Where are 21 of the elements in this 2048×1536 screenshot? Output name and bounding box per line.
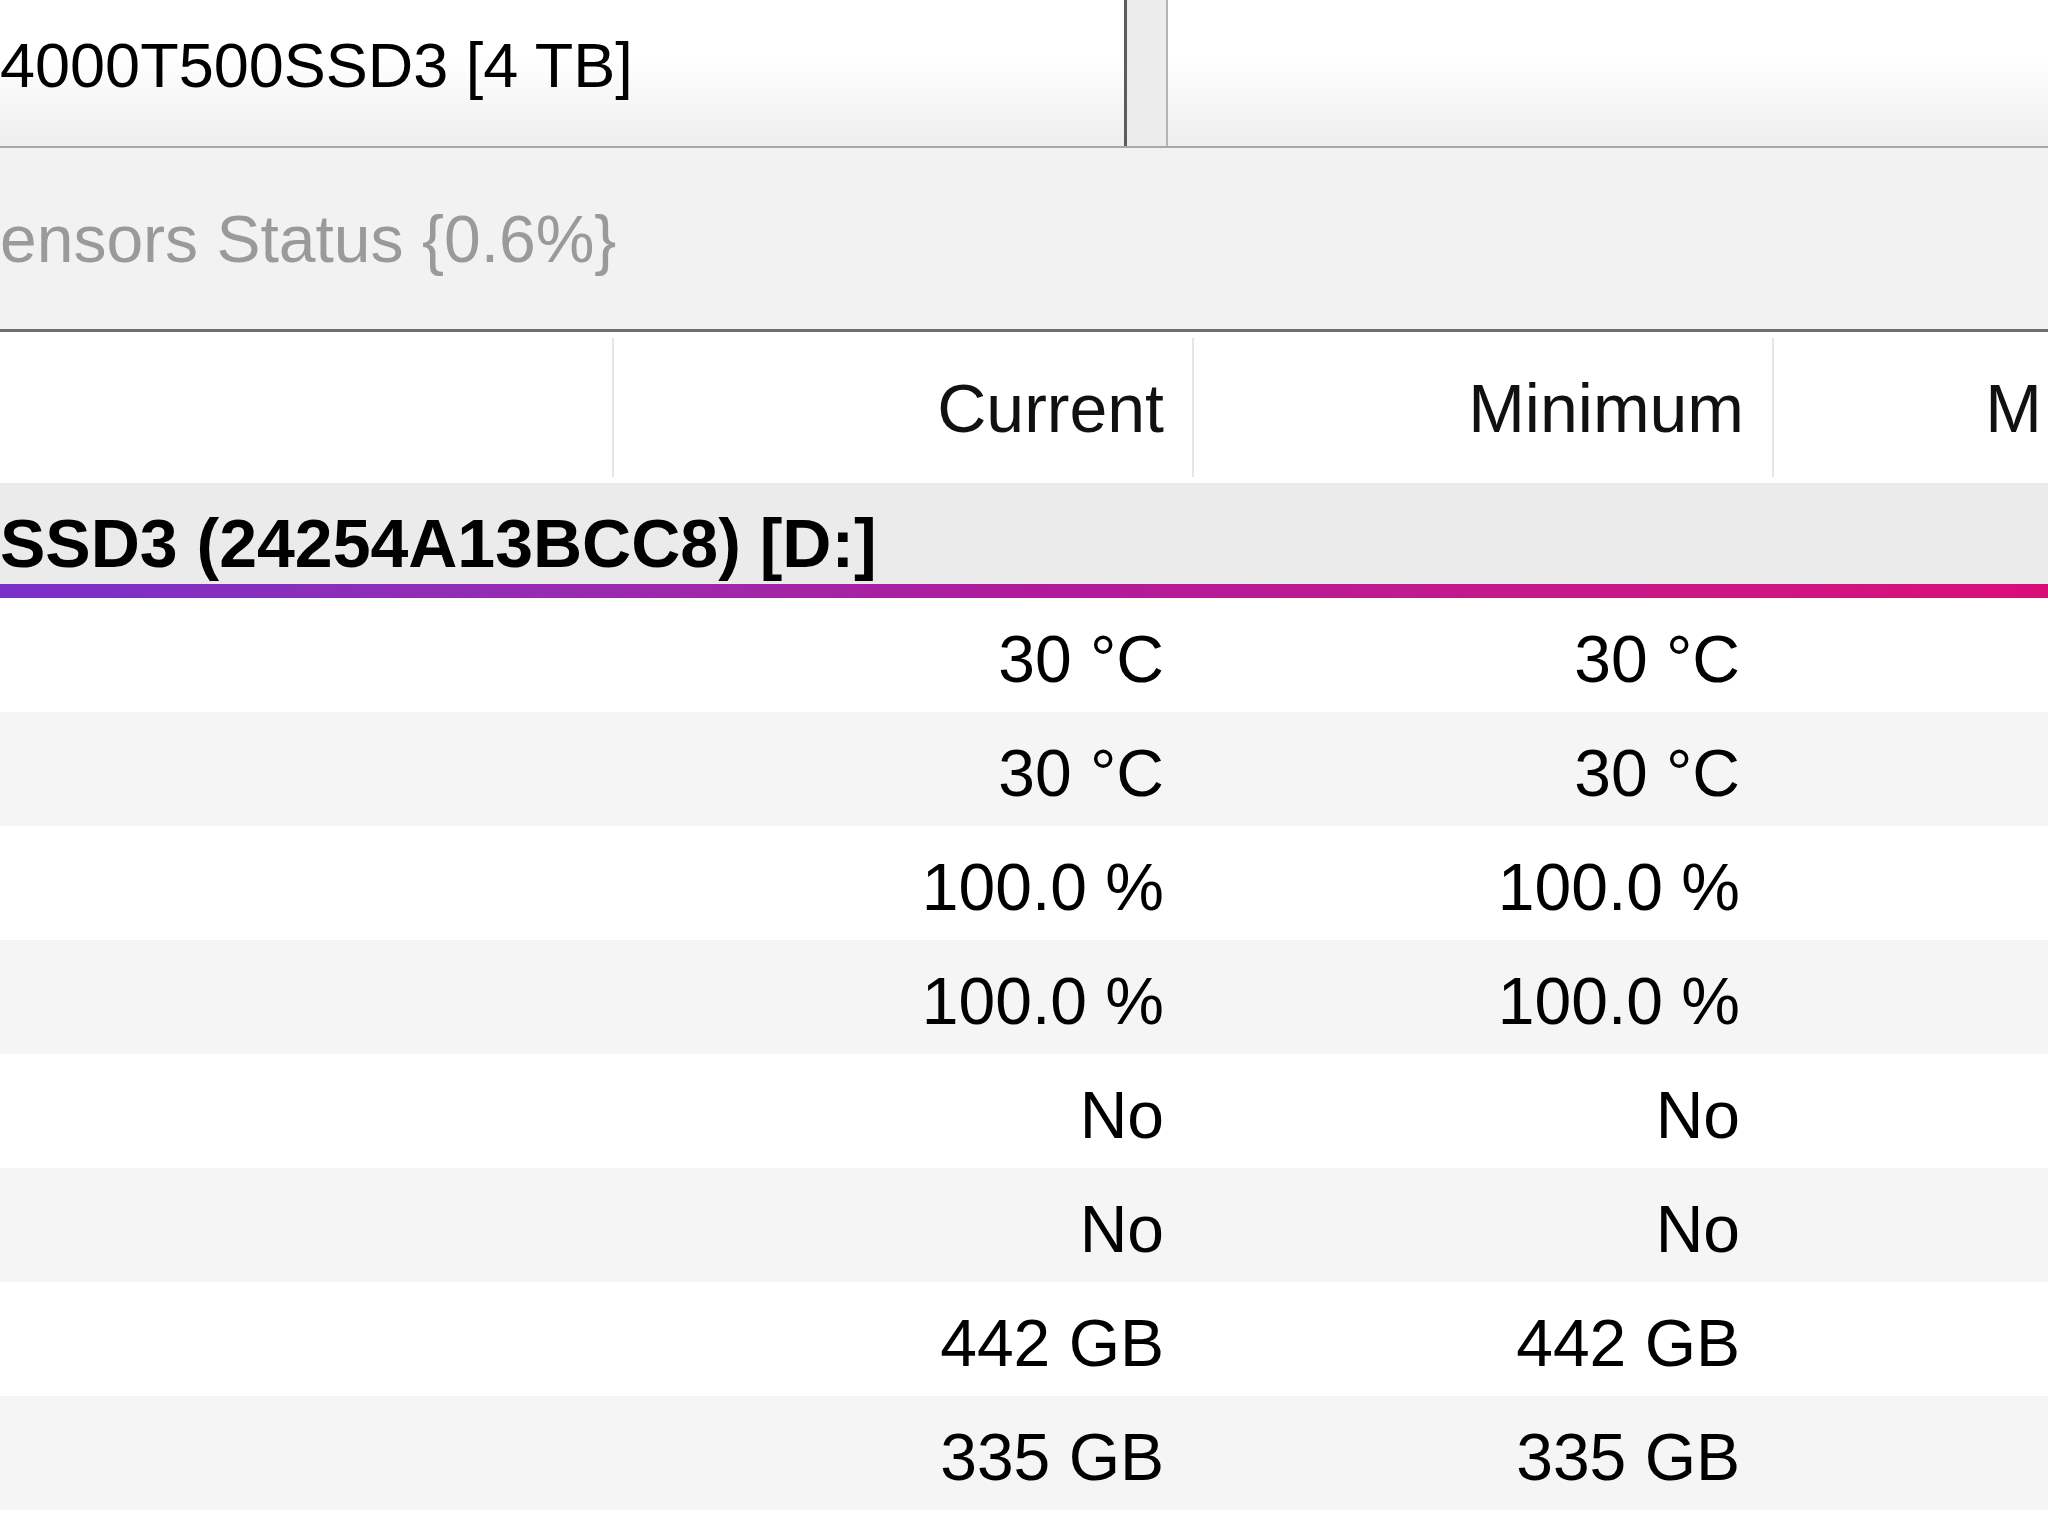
pane-splitter[interactable]: [1124, 0, 1168, 146]
table-cell: 442 GB: [1516, 1310, 1740, 1376]
table-cell: 30 °C: [1574, 626, 1740, 692]
table-cell: No: [1079, 1082, 1164, 1148]
table-cell: 100.0 %: [1497, 968, 1740, 1034]
table-cell: No: [1655, 1196, 1740, 1262]
table-cell: No: [1079, 1196, 1164, 1262]
table-cell: 100.0 %: [1497, 854, 1740, 920]
table-cell: 30 °C: [998, 626, 1164, 692]
sensor-group-row[interactable]: SSD3 (24254A13BCC8) [D:]: [0, 483, 2048, 584]
table-cell: No: [1655, 1082, 1740, 1148]
table-cell: 100.0 %: [921, 968, 1164, 1034]
table-cell: 30 °C: [998, 740, 1164, 806]
table-cell: 30 °C: [1574, 740, 1740, 806]
table-cell: 442 GB: [940, 1310, 1164, 1376]
table-cell: 100.0 %: [921, 854, 1164, 920]
column-header[interactable]: M: [1772, 338, 2048, 477]
column-header[interactable]: Current: [612, 338, 1192, 477]
column-header[interactable]: Minimum: [1192, 338, 1772, 477]
table-cell: 335 GB: [1516, 1424, 1740, 1490]
table-cell: 335 GB: [940, 1424, 1164, 1490]
